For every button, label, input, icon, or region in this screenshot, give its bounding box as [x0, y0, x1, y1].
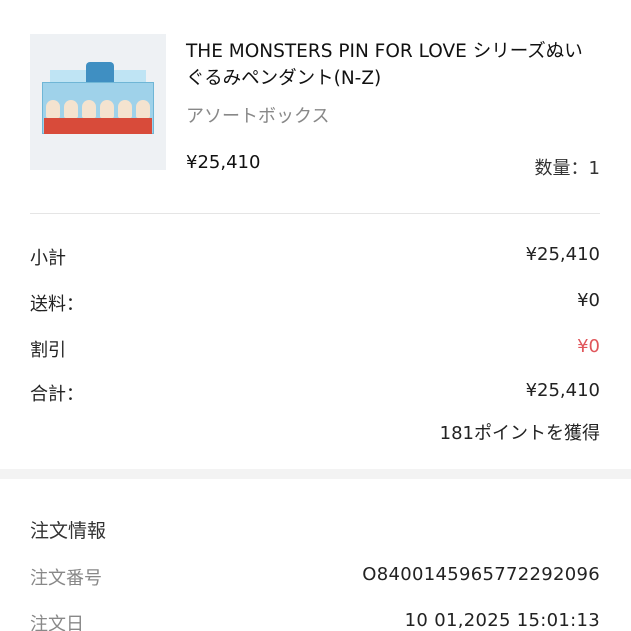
subtotal-label: 小計 — [30, 248, 66, 269]
points-earned: 181ポイントを獲得 — [439, 423, 600, 444]
discount-label: 割引 — [30, 340, 66, 361]
discount-row: 割引 ¥0 — [30, 336, 600, 364]
divider — [30, 213, 600, 214]
order-number-row: 注文番号 O840014596577229​2096 — [30, 564, 600, 590]
product-price: ¥25,410 — [186, 152, 261, 173]
total-row: 合計： ¥25,410 — [30, 380, 600, 408]
section-separator-band — [0, 469, 631, 479]
subtotal-value: ¥25,410 — [525, 244, 600, 265]
order-number-value[interactable]: O840014596577229​2096 — [362, 564, 600, 585]
previous-section-cutoff — [30, 0, 110, 4]
total-value: ¥25,410 — [525, 380, 600, 401]
product-quantity: 数量：1 — [534, 158, 600, 179]
product-title[interactable]: THE MONSTERS PIN FOR LOVE シリーズぬいぐるみペンダント… — [186, 38, 596, 92]
shipping-label: 送料： — [30, 294, 84, 315]
order-date-value: 10 01,2025 15:01:13 — [404, 610, 600, 631]
shipping-row: 送料： ¥0 — [30, 290, 600, 318]
subtotal-row: 小計 ¥25,410 — [30, 244, 600, 272]
figure-row-graphic — [46, 100, 150, 118]
order-number-label: 注文番号 — [30, 568, 102, 589]
product-variant: アソートボックス — [186, 106, 330, 127]
order-product-card[interactable]: THE MONSTERS PIN FOR LOVE シリーズぬいぐるみペンダント… — [30, 34, 600, 179]
product-thumbnail[interactable] — [30, 34, 166, 170]
discount-value: ¥0 — [577, 336, 600, 357]
box-front-strip-graphic — [44, 118, 152, 134]
total-label: 合計： — [30, 384, 84, 405]
order-info-title: 注文情報 — [30, 520, 107, 542]
order-date-label: 注文日 — [30, 614, 84, 631]
order-date-row: 注文日 10 01,2025 15:01:13 — [30, 610, 600, 631]
shipping-value: ¥0 — [577, 290, 600, 311]
